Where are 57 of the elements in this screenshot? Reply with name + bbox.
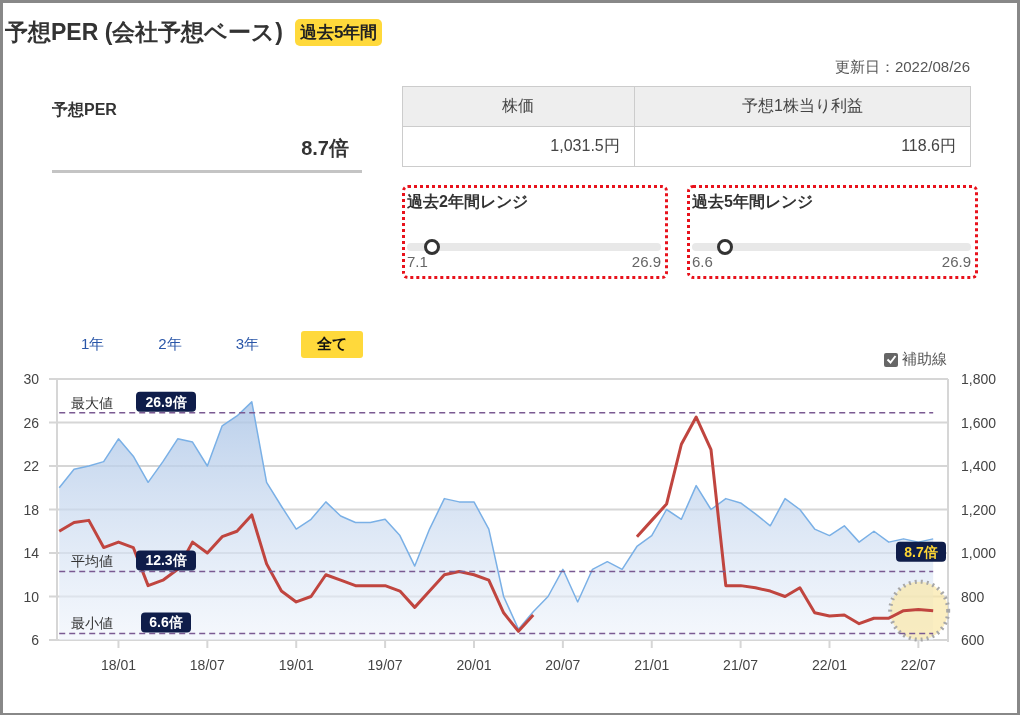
updated-date: 更新日：2022/08/26 bbox=[834, 58, 970, 77]
period-badge: 過去5年間 bbox=[295, 19, 383, 46]
axis-label: 600 bbox=[961, 632, 985, 648]
value-badge: 12.3倍 bbox=[136, 550, 196, 571]
axis-label: 10 bbox=[23, 588, 39, 605]
axis-label: 800 bbox=[961, 588, 985, 605]
axis-label: 21/01 bbox=[634, 657, 670, 673]
range-max: 26.9 bbox=[941, 253, 971, 270]
axis-label: 20/01 bbox=[456, 657, 492, 673]
axis-label: 1,800 bbox=[961, 371, 997, 387]
checkbox[interactable] bbox=[884, 352, 898, 367]
axis-label: 1,000 bbox=[961, 545, 997, 561]
annotation: 12.3倍 bbox=[145, 552, 187, 569]
axis-label: 21/07 bbox=[723, 657, 759, 673]
period-tab[interactable]: 2年 bbox=[146, 331, 194, 358]
axis-label: 6 bbox=[31, 632, 39, 648]
axis-label: 20/07 bbox=[545, 657, 581, 673]
table-cell: 1,031.5円 bbox=[402, 126, 635, 167]
axis-label: 26 bbox=[23, 414, 39, 431]
value-badge: 26.9倍 bbox=[136, 391, 196, 412]
period-tab[interactable]: 1年 bbox=[69, 331, 117, 358]
reference-label: 最小値 bbox=[71, 615, 113, 632]
axis-label: 19/07 bbox=[367, 657, 403, 673]
page-title: 予想PER (会社予想ベース) bbox=[5, 18, 283, 47]
axis-label: 1,400 bbox=[961, 458, 997, 474]
checkbox-label: 補助線 bbox=[902, 350, 947, 369]
axis-label: 1,200 bbox=[961, 501, 997, 518]
axis-label: 22/07 bbox=[900, 657, 936, 673]
range-title: 過去5年間レンジ bbox=[692, 192, 813, 212]
highlight-circle bbox=[888, 579, 951, 642]
axis-label: 22/01 bbox=[811, 657, 847, 673]
axis-label: 30 bbox=[23, 371, 39, 387]
column-header: 予想1株当り利益 bbox=[634, 86, 971, 127]
axis-label: 18/01 bbox=[100, 657, 136, 673]
axis-label: 18/07 bbox=[189, 657, 225, 673]
axis-label: 18 bbox=[23, 501, 39, 518]
range-min: 7.1 bbox=[407, 253, 428, 270]
period-tab[interactable]: 3年 bbox=[223, 331, 272, 358]
reference-label: 平均値 bbox=[71, 553, 113, 570]
table-cell: 118.6円 bbox=[634, 126, 971, 167]
axis-label: 1,600 bbox=[961, 414, 997, 431]
annotation: 8.7倍 bbox=[904, 543, 938, 560]
range-max: 26.9 bbox=[631, 253, 661, 270]
reference-label: 最大値 bbox=[71, 394, 113, 411]
annotation: 26.9倍 bbox=[145, 393, 187, 410]
annotation: 6.6倍 bbox=[149, 614, 183, 631]
value-badge: 6.6倍 bbox=[141, 612, 191, 633]
per-value: 8.7倍 bbox=[52, 121, 362, 173]
axis-label: 22 bbox=[23, 458, 39, 474]
value-badge: 8.7倍 bbox=[896, 541, 946, 562]
range-title: 過去2年間レンジ bbox=[407, 192, 528, 212]
period-tab[interactable]: 全て bbox=[301, 331, 364, 358]
range-min: 6.6 bbox=[692, 253, 713, 270]
per-label: 予想PER bbox=[52, 100, 118, 120]
axis-label: 14 bbox=[23, 545, 39, 561]
column-header: 株価 bbox=[402, 86, 635, 127]
axis-label: 19/01 bbox=[278, 657, 314, 673]
